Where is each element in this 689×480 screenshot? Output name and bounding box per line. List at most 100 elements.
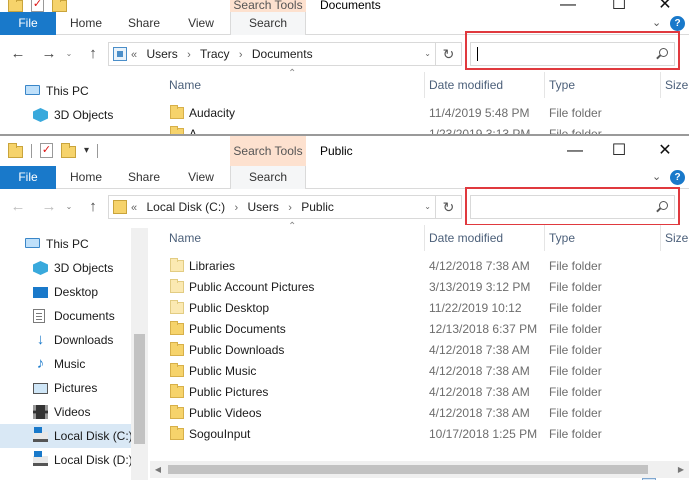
chevron-right-icon[interactable]: ›: [187, 49, 191, 61]
address-bar[interactable]: « Users › Tracy › Documents ⌄ ↻: [108, 42, 462, 66]
maximize-button[interactable]: ☐: [596, 136, 642, 166]
nav-item-local-disk-c[interactable]: Local Disk (C:): [0, 424, 148, 448]
chevron-right-icon[interactable]: ›: [239, 49, 243, 61]
new-folder-icon[interactable]: [52, 0, 67, 12]
properties-icon[interactable]: ✓: [40, 143, 53, 158]
breadcrumb-public[interactable]: Public: [301, 200, 334, 214]
chevron-right-icon[interactable]: ›: [288, 202, 292, 214]
tab-share[interactable]: Share: [118, 166, 170, 189]
file-type: File folder: [549, 364, 602, 378]
scrollbar-thumb[interactable]: [168, 465, 648, 474]
minimize-button[interactable]: —: [552, 136, 598, 166]
nav-item-music[interactable]: ♪ Music: [0, 352, 148, 376]
refresh-button[interactable]: ↻: [435, 43, 461, 65]
back-button[interactable]: ←: [9, 44, 27, 64]
breadcrumb-users[interactable]: Users: [248, 200, 279, 214]
close-button[interactable]: ✕: [642, 136, 688, 166]
table-row[interactable]: Public Downloads 4/12/2018 7:38 AM File …: [150, 340, 689, 361]
scrollbar-thumb[interactable]: [134, 334, 145, 444]
table-row[interactable]: Public Desktop 11/22/2019 10:12 File fol…: [150, 298, 689, 319]
scroll-right-icon[interactable]: ▶: [673, 461, 689, 478]
nav-item-label: 3D Objects: [54, 261, 114, 275]
file-name: Audacity: [189, 106, 236, 120]
table-row[interactable]: Public Music 4/12/2018 7:38 AM File fold…: [150, 361, 689, 382]
nav-item-3d-objects[interactable]: 3D Objects: [0, 103, 148, 127]
column-header-date[interactable]: Date modified: [424, 225, 544, 251]
this-pc-icon: [113, 47, 127, 61]
breadcrumb-overflow[interactable]: «: [131, 202, 137, 214]
column-header-date[interactable]: Date modified: [424, 72, 544, 98]
file-type: File folder: [549, 406, 602, 420]
table-row[interactable]: Public Documents 12/13/2018 6:37 PM File…: [150, 319, 689, 340]
recent-locations-dropdown[interactable]: ⌄: [64, 44, 74, 64]
up-button[interactable]: ↑: [84, 197, 102, 217]
forward-button[interactable]: →: [40, 197, 58, 217]
nav-item-this-pc[interactable]: This PC: [0, 79, 148, 103]
nav-item-desktop[interactable]: Desktop: [0, 280, 148, 304]
table-row[interactable]: A 1/23/2019 3:13 PM File folder: [150, 124, 689, 134]
nav-item-pictures[interactable]: Pictures: [0, 376, 148, 400]
tab-view[interactable]: View: [176, 166, 226, 189]
nav-item-documents[interactable]: Documents: [0, 304, 148, 328]
column-header-size[interactable]: Size: [660, 225, 689, 251]
address-dropdown-icon[interactable]: ⌄: [424, 43, 431, 65]
ribbon-expand-chevron-icon[interactable]: ⌄: [652, 166, 661, 189]
breadcrumb-overflow[interactable]: «: [131, 49, 137, 61]
horizontal-scrollbar[interactable]: ◀ ▶: [150, 461, 689, 478]
tab-search[interactable]: Search: [230, 166, 306, 189]
nav-pane-scrollbar[interactable]: [131, 228, 148, 480]
new-folder-icon[interactable]: [61, 142, 76, 158]
nav-item-videos[interactable]: Videos: [0, 400, 148, 424]
folder-icon: [113, 200, 127, 214]
tab-search[interactable]: Search: [230, 12, 306, 35]
column-header-name[interactable]: Name: [164, 225, 424, 251]
table-row[interactable]: Public Account Pictures 3/13/2019 3:12 P…: [150, 277, 689, 298]
column-header-type[interactable]: Type: [544, 72, 660, 98]
customize-toolbar-icon[interactable]: ▾: [84, 145, 89, 156]
breadcrumb-local-disk[interactable]: Local Disk (C:): [146, 200, 225, 214]
breadcrumb-users[interactable]: Users: [146, 47, 177, 61]
column-header-row: ⌃ Name Date modified Type Size: [150, 68, 689, 98]
table-row[interactable]: Public Videos 4/12/2018 7:38 AM File fol…: [150, 403, 689, 424]
table-row[interactable]: Public Pictures 4/12/2018 7:38 AM File f…: [150, 382, 689, 403]
tab-home[interactable]: Home: [60, 166, 112, 189]
tab-share[interactable]: Share: [118, 12, 170, 35]
breadcrumb-documents[interactable]: Documents: [252, 47, 313, 61]
nav-item-3d-objects[interactable]: 3D Objects: [0, 256, 148, 280]
column-header-type[interactable]: Type: [544, 225, 660, 251]
address-dropdown-icon[interactable]: ⌄: [424, 196, 431, 218]
up-button[interactable]: ↑: [84, 44, 102, 64]
address-bar[interactable]: « Local Disk (C:) › Users › Public ⌄ ↻: [108, 195, 462, 219]
tab-view[interactable]: View: [176, 12, 226, 35]
help-icon[interactable]: ?: [670, 170, 685, 185]
recent-locations-dropdown[interactable]: ⌄: [64, 197, 74, 217]
table-row[interactable]: Libraries 4/12/2018 7:38 AM File folder: [150, 256, 689, 277]
scroll-left-icon[interactable]: ◀: [150, 461, 166, 478]
refresh-button[interactable]: ↻: [435, 196, 461, 218]
nav-item-downloads[interactable]: ↓ Downloads: [0, 328, 148, 352]
column-header-name[interactable]: Name: [164, 72, 424, 98]
folder-icon[interactable]: [8, 142, 23, 158]
tab-file[interactable]: File: [0, 12, 56, 35]
navigation-pane: This PC 3D Objects Desktop Documents ↓ D…: [0, 228, 148, 480]
tab-file[interactable]: File: [0, 166, 56, 189]
folder-icon[interactable]: [8, 0, 23, 12]
forward-button[interactable]: →: [40, 44, 58, 64]
back-button[interactable]: ←: [9, 197, 27, 217]
folder-icon: [170, 105, 184, 119]
file-date: 4/12/2018 7:38 AM: [429, 259, 530, 273]
table-row[interactable]: Audacity 11/4/2019 5:48 PM File folder: [150, 103, 689, 124]
public-window: ✓ ▾ Search Tools Public — ☐ ✕ File Home …: [0, 134, 689, 480]
tab-home[interactable]: Home: [60, 12, 112, 35]
column-header-size[interactable]: Size: [660, 72, 689, 98]
nav-item-this-pc[interactable]: This PC: [0, 232, 148, 256]
table-row[interactable]: SogouInput 10/17/2018 1:25 PM File folde…: [150, 424, 689, 445]
help-icon[interactable]: ?: [670, 16, 685, 31]
quick-access-toolbar: ✓: [8, 0, 67, 12]
chevron-right-icon[interactable]: ›: [235, 202, 239, 214]
breadcrumb-tracy[interactable]: Tracy: [200, 47, 230, 61]
nav-item-local-disk-d[interactable]: Local Disk (D:): [0, 448, 148, 472]
properties-icon[interactable]: ✓: [31, 0, 44, 12]
file-list: ⌃ Name Date modified Type Size Audacity …: [150, 68, 689, 134]
nav-item-label: Local Disk (C:): [54, 429, 133, 443]
